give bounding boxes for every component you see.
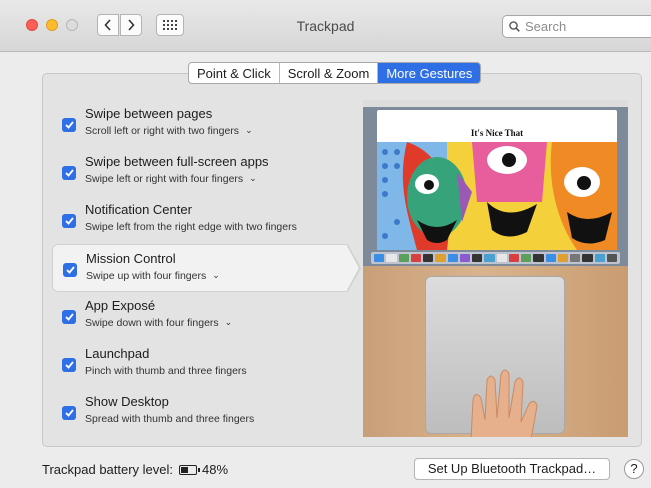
gesture-subtitle[interactable]: Swipe up with four fingers ⌄ <box>86 270 220 282</box>
checkmark-icon <box>64 409 74 417</box>
checkbox[interactable] <box>62 118 76 132</box>
checkbox[interactable] <box>62 358 76 372</box>
checkbox[interactable] <box>62 310 76 324</box>
checkmark-icon <box>65 266 75 274</box>
selection-arrow-fill <box>346 244 359 292</box>
battery-percent: 48% <box>202 462 229 477</box>
battery-icon <box>179 464 201 475</box>
battery-status: Trackpad battery level: 48% <box>42 462 228 477</box>
gesture-title: Notification Center <box>85 202 192 217</box>
gesture-show-desktop[interactable]: Show Desktop Spread with thumb and three… <box>52 388 348 436</box>
gesture-title: Show Desktop <box>85 394 169 409</box>
preview-dock <box>371 252 620 264</box>
checkmark-icon <box>64 217 74 225</box>
gesture-swipe-fullscreen[interactable]: Swipe between full-screen apps Swipe lef… <box>52 148 348 196</box>
help-button[interactable]: ? <box>624 459 644 479</box>
gesture-notification-center[interactable]: Notification Center Swipe left from the … <box>52 196 348 244</box>
hand-image <box>470 369 538 437</box>
battery-fill <box>181 466 189 473</box>
checkmark-icon <box>64 169 74 177</box>
preview-screen: It's Nice That <box>363 100 628 266</box>
tab-bar: Point & Click Scroll & Zoom More Gesture… <box>188 62 482 84</box>
preview-menubar <box>363 100 628 107</box>
gesture-subtitle[interactable]: Swipe down with four fingers ⌄ <box>85 317 232 329</box>
search-icon <box>509 21 520 32</box>
gesture-subtitle: Pinch with thumb and three fingers <box>85 365 247 377</box>
checkbox[interactable] <box>62 406 76 420</box>
gesture-swipe-pages[interactable]: Swipe between pages Scroll left or right… <box>52 100 348 148</box>
gesture-title: Swipe between full-screen apps <box>85 154 269 169</box>
gesture-subtitle[interactable]: Scroll left or right with two fingers ⌄ <box>85 125 253 137</box>
gesture-preview-video: It's Nice That <box>363 100 628 437</box>
tab-more-gestures[interactable]: More Gestures <box>378 63 481 83</box>
tab-scroll-zoom[interactable]: Scroll & Zoom <box>280 63 379 83</box>
checkbox[interactable] <box>62 214 76 228</box>
chevron-down-icon: ⌄ <box>249 173 257 183</box>
gesture-subtitle[interactable]: Swipe left or right with four fingers ⌄ <box>85 173 257 185</box>
chevron-down-icon: ⌄ <box>212 270 220 280</box>
preview-site-title: It's Nice That <box>470 128 524 138</box>
gesture-mission-control[interactable]: Mission Control Swipe up with four finge… <box>52 244 348 292</box>
preview-browser-window: It's Nice That <box>377 110 617 250</box>
chevron-down-icon: ⌄ <box>245 125 253 135</box>
gesture-title: Launchpad <box>85 346 150 361</box>
search-placeholder: Search <box>525 19 567 34</box>
checkbox[interactable] <box>62 166 76 180</box>
gesture-app-expose[interactable]: App Exposé Swipe down with four fingers ⌄ <box>52 292 348 340</box>
chevron-down-icon: ⌄ <box>224 317 233 327</box>
checkmark-icon <box>64 361 74 369</box>
gesture-title: App Exposé <box>85 298 156 313</box>
title-bar: Trackpad Search <box>0 0 651 52</box>
gesture-launchpad[interactable]: Launchpad Pinch with thumb and three fin… <box>52 340 348 388</box>
tab-point-click[interactable]: Point & Click <box>189 63 280 83</box>
search-input[interactable]: Search <box>502 15 651 38</box>
gesture-title: Swipe between pages <box>85 106 213 121</box>
checkmark-icon <box>64 313 74 321</box>
gesture-subtitle: Spread with thumb and three fingers <box>85 413 255 425</box>
checkmark-icon <box>64 121 74 129</box>
preview-artwork <box>377 142 617 250</box>
gesture-title: Mission Control <box>86 251 176 266</box>
checkbox[interactable] <box>63 263 77 277</box>
gesture-subtitle: Swipe left from the right edge with two … <box>85 221 297 233</box>
setup-bluetooth-trackpad-button[interactable]: Set Up Bluetooth Trackpad… <box>414 458 610 480</box>
battery-label: Trackpad battery level: <box>42 462 174 477</box>
